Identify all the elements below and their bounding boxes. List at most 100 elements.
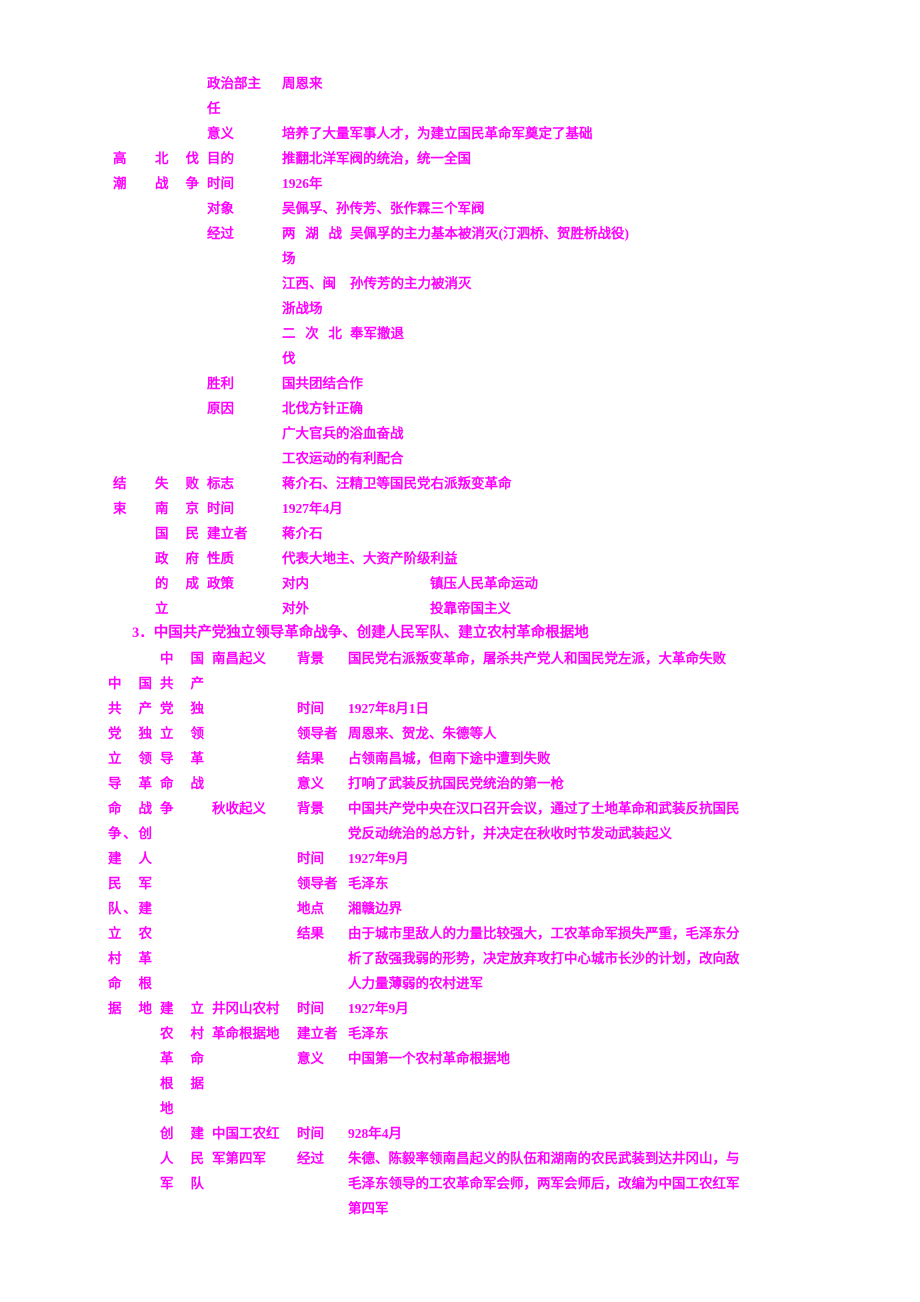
bottom-table-col0-label: 中 国 共 产 党 独 立 领 导 革 命 战 争、创 建 人 民 军 队、建 … [108,671,152,1021]
row-value: 推翻北洋军阀的统治，统一全国 [282,151,471,166]
bottom-col0-line-10: 立 农 [108,926,152,941]
row-value: 国民党右派叛变革命，屠杀共产党人和国民党左派，大革命失败 [348,651,726,666]
row-label: 背景 [297,801,324,816]
row-label: 时间 [297,851,324,866]
row-value: 国共团结合作 [282,376,363,391]
row-sublabel: 江西、闽 [282,276,336,291]
group0-label-line-1: 共 产 [160,676,204,691]
sublabel-text: 两 湖 战 [282,226,342,241]
row-label: 建立者 [207,526,248,541]
row-label: 意义 [297,1051,324,1066]
row-value: 1927年9月 [348,851,409,866]
bottom-col0-line-12: 命 根 [108,976,152,991]
end-col1-line-3: 政 府 [155,551,199,566]
row-value: 1927年4月 [282,501,343,516]
group2-label-line-3: 根 据 [160,1076,204,1091]
bottom-group-0-label: 中 国 共 产 党 独 立 领 导 革 命 战 争 [160,646,204,821]
row-label: 政治部主 [207,76,261,91]
row-sublabel: 伐 [282,351,296,366]
bottom-col0-line-11: 村 革 [108,951,152,966]
end-col1-line-5: 立 [155,601,169,616]
bottom-col0-line-6: 争、创 [108,826,152,841]
row-value: 北伐方针正确 [282,401,363,416]
row-value: 代表大地主、大资产阶级利益 [282,551,458,566]
row-value: 周恩来、贺龙、朱德等人 [348,726,497,741]
bottom-group-2-topic: 革命根据地 [212,1026,280,1041]
row-value: 中国共产党中央在汉口召开会议，通过了土地革命和武装反抗国民党反动统治的总方针，并… [348,801,740,841]
bottom-group-1-topic: 秋收起义 [212,801,266,816]
group2-label-line-0: 建 立 [160,1001,204,1016]
group0-label-line-0: 中 国 [160,651,204,666]
group2-label-line-1: 农 村 [160,1026,204,1041]
row-value: 中国第一个农村革命根据地 [348,1051,510,1066]
row-label: 时间 [297,701,324,716]
row-value: 毛泽东 [348,876,389,891]
bottom-col0-line-2: 党 独 [108,726,152,741]
row-value: 1927年8月1日 [348,701,429,716]
group2-label-line-4: 地 [160,1101,174,1116]
row-value: 毛泽东 [348,1026,389,1041]
end-col1-line-1: 南 京 [155,501,199,516]
row-value: 蒋介石 [282,526,323,541]
bottom-group-2-label: 建 立 农 村 革 命 根 据 地 [160,996,204,1121]
group3-label-line-1: 人 民 [160,1151,204,1166]
row-sublabel: 浙战场 [282,301,323,316]
row-label: 经过 [207,226,234,241]
top-col0-line-1: 潮 [113,176,127,191]
row-label: 领导者 [297,726,338,741]
row-value: 孙传芳的主力被消灭 [350,276,472,291]
group0-label-line-3: 立 领 [160,726,204,741]
end-col1-line-4: 的 成 [155,576,199,591]
row-value: 1926年 [282,176,323,191]
row-value: 湘赣边界 [348,901,402,916]
end-col0-line-0: 结 [113,476,127,491]
row-value: 广大官兵的浴血奋战 [282,426,404,441]
row-label: 时间 [207,501,234,516]
end-table-col1-label: 失败 南 京 国 民 政 府 的 成 立 [155,471,199,621]
top-col1-line-1: 战 争 [155,176,199,191]
row-label: 结果 [297,751,324,766]
row-value: 吴佩孚的主力基本被消灭(汀泗桥、贺胜桥战役) [350,226,629,241]
row-value: 朱德、陈毅率领南昌起义的队伍和湖南的农民武装到达井冈山，与毛泽东领导的工农革命军… [348,1151,740,1216]
end-table-col0-label: 结 束 [113,471,141,521]
row-value: 镇压人民革命运动 [430,576,538,591]
section-heading: 3．中国共产党独立领导革命战争、创建人民军队、建立农村革命根据地 [132,625,589,641]
row-sublabel: 二 次 北 [282,321,342,346]
end-col1-line-0: 失败 [155,476,199,491]
document-page: 高 潮 北 伐 战 争 政治部主 任 意义 目的 时间 对象 经过 胜利 原因 … [0,0,920,1302]
row-value: 蒋介石、汪精卫等国民党右派叛变革命 [282,476,512,491]
row-label: 政策 [207,576,234,591]
row-label: 经过 [297,1151,324,1166]
group3-label-line-0: 创 建 [160,1126,204,1141]
row-value: 928年4月 [348,1126,402,1141]
row-value: 由于城市里敌人的力量比较强大，工农革命军损失严重，毛泽东分析了敌强我弱的形势，决… [348,926,740,991]
group0-label-line-6: 争 [160,801,174,816]
row-label: 地点 [297,901,324,916]
bottom-col0-line-4: 导 革 [108,776,152,791]
row-sublabel: 对内 [282,576,309,591]
top-table-col0-label: 高 潮 [113,146,141,196]
top-col0-line-0: 高 [113,151,127,166]
row-value: 打响了武装反抗国民党统治的第一枪 [348,776,564,791]
sublabel-text: 二 次 北 [282,326,342,341]
bottom-col0-line-3: 立 领 [108,751,152,766]
row-sublabel: 对外 [282,601,309,616]
row-value: 投靠帝国主义 [430,601,511,616]
row-label: 时间 [297,1126,324,1141]
row-label: 标志 [207,476,234,491]
row-label: 建立者 [297,1026,338,1041]
bottom-group-2-topic: 井冈山农村 [212,1001,280,1016]
row-label: 原因 [207,401,234,416]
bottom-col0-line-5: 命 战 [108,801,152,816]
row-value: 周恩来 [282,76,323,91]
row-label: 意义 [207,126,234,141]
row-label: 胜利 [207,376,234,391]
end-col1-line-2: 国 民 [155,526,199,541]
row-label: 任 [207,101,221,116]
row-label: 对象 [207,201,234,216]
row-sublabel: 两 湖 战 [282,221,342,246]
group0-label-line-2: 党 独 [160,701,204,716]
end-col0-line-1: 束 [113,501,127,516]
bottom-col0-line-13: 据地 [108,1001,152,1016]
row-value: 奉军撤退 [350,326,404,341]
